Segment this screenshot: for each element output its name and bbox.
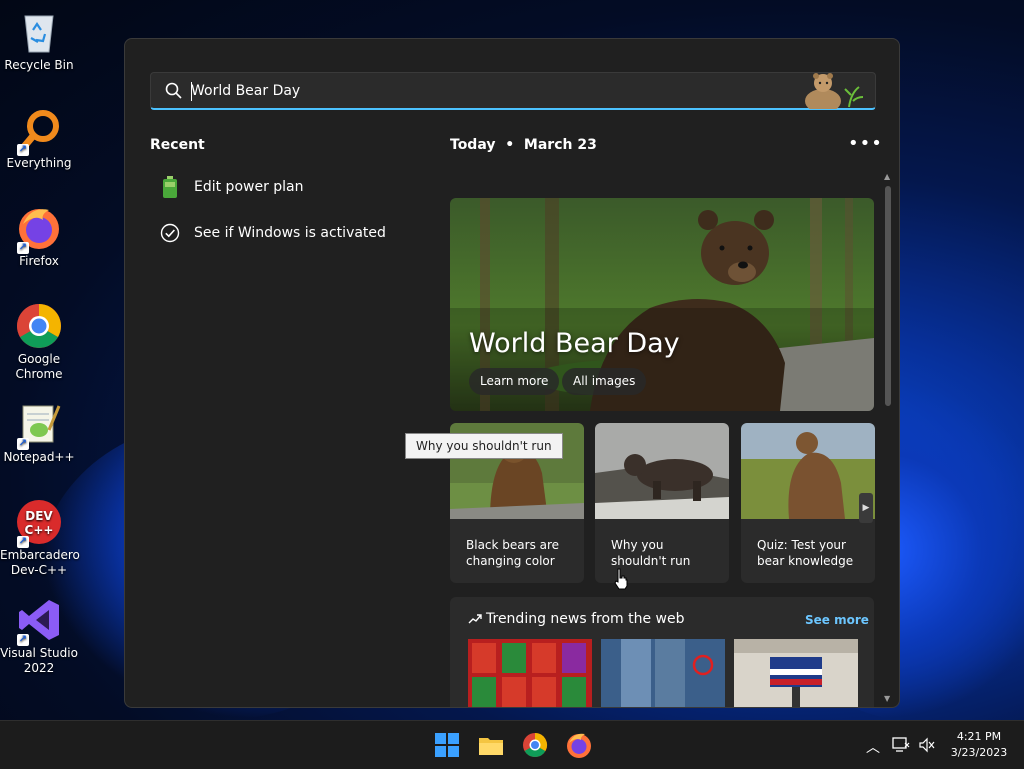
card-caption: Black bears are changing color bbox=[466, 538, 560, 568]
firefox-taskbar-icon[interactable] bbox=[565, 731, 593, 759]
chrome-taskbar-icon[interactable] bbox=[521, 731, 549, 759]
visual-studio-icon: ↗ bbox=[15, 596, 63, 646]
today-header: Today • March 23 bbox=[450, 137, 597, 153]
search-panel: World Bear Day Recent Edit power plan Se… bbox=[124, 38, 900, 708]
skittles-image bbox=[468, 639, 592, 707]
carousel-next-button[interactable]: ▶ bbox=[859, 493, 873, 523]
trending-arrow-icon bbox=[468, 614, 482, 624]
recent-item-windows-activated[interactable]: See if Windows is activated bbox=[159, 219, 386, 247]
everything-search-icon: ↗ bbox=[15, 106, 63, 156]
recycle-bin-icon bbox=[15, 8, 63, 56]
hand-cursor-icon bbox=[614, 568, 628, 590]
desktop-icon-label: Notepad++ bbox=[3, 450, 75, 464]
show-hidden-icons-chevron-icon[interactable]: ︿ bbox=[866, 737, 880, 757]
desktop-icon-dev-cpp[interactable]: DEV C++ ↗ Embarcadero Dev-C++ bbox=[0, 498, 80, 578]
flag-image bbox=[734, 639, 858, 707]
firefox-icon: ↗ bbox=[15, 204, 63, 254]
battery-icon bbox=[159, 176, 181, 198]
card-bear-quiz[interactable]: Quiz: Test your bear knowledge bbox=[741, 423, 875, 583]
all-images-button[interactable]: All images bbox=[562, 368, 647, 395]
trending-thumb-building[interactable] bbox=[601, 639, 725, 707]
search-input[interactable]: World Bear Day bbox=[191, 83, 300, 99]
desktop-icon-label: Firefox bbox=[19, 254, 59, 268]
svg-text:DEV: DEV bbox=[25, 509, 53, 523]
network-icon[interactable] bbox=[892, 737, 910, 753]
shortcut-arrow-icon: ↗ bbox=[17, 438, 29, 450]
recent-item-edit-power-plan[interactable]: Edit power plan bbox=[159, 173, 304, 201]
card-why-you-shouldnt-run[interactable]: Why you shouldn't run bbox=[595, 423, 729, 583]
shortcut-arrow-icon: ↗ bbox=[17, 144, 29, 156]
card-image-grizzly bbox=[595, 423, 729, 519]
desktop-icon-recycle-bin[interactable]: Recycle Bin bbox=[0, 8, 78, 73]
trending-title: Trending news from the web bbox=[486, 611, 685, 627]
search-icon bbox=[165, 82, 182, 99]
recent-item-label: See if Windows is activated bbox=[194, 225, 386, 241]
card-caption: Why you shouldn't run bbox=[611, 538, 691, 568]
taskbar: ︿ 4:21 PM 3/23/2023 bbox=[0, 720, 1024, 769]
desktop-icon-label: Visual Studio 2022 bbox=[0, 646, 78, 675]
shortcut-arrow-icon: ↗ bbox=[17, 634, 29, 646]
tooltip: Why you shouldn't run bbox=[405, 433, 563, 459]
desktop-icon-label: Google Chrome bbox=[15, 352, 63, 381]
shortcut-arrow-icon: ↗ bbox=[17, 242, 29, 254]
card-image-bear-meadow bbox=[741, 423, 875, 519]
notepad-plus-plus-icon: ↗ bbox=[15, 400, 63, 450]
dev-cpp-icon: DEV C++ ↗ bbox=[15, 498, 63, 548]
clock-time: 4:21 PM bbox=[956, 730, 1002, 743]
more-options-button[interactable]: ••• bbox=[848, 133, 883, 154]
building-image bbox=[601, 639, 725, 707]
recent-heading: Recent bbox=[150, 137, 205, 153]
recent-item-label: Edit power plan bbox=[194, 179, 304, 195]
desktop-icon-label: Everything bbox=[6, 156, 72, 170]
svg-text:C++: C++ bbox=[25, 523, 54, 537]
hero-title: World Bear Day bbox=[469, 328, 680, 359]
shortcut-arrow-icon: ↗ bbox=[17, 536, 29, 548]
system-clock[interactable]: 4:21 PM 3/23/2023 bbox=[944, 729, 1014, 761]
desktop-icon-google-chrome[interactable]: Google Chrome bbox=[0, 302, 78, 382]
hero-card-world-bear-day[interactable]: World Bear Day Learn more All images bbox=[450, 198, 874, 411]
see-more-link[interactable]: See more bbox=[805, 613, 869, 627]
vertical-scrollbar[interactable]: ▲ ▼ bbox=[883, 172, 893, 707]
check-circle-icon bbox=[159, 222, 181, 244]
desktop-icon-visual-studio[interactable]: ↗ Visual Studio 2022 bbox=[0, 596, 78, 676]
card-caption: Quiz: Test your bear knowledge bbox=[757, 538, 854, 568]
trending-thumb-skittles[interactable] bbox=[468, 639, 592, 707]
bear-doodle-icon bbox=[805, 73, 864, 109]
scroll-thumb[interactable] bbox=[885, 186, 891, 406]
desktop-icon-label: Embarcadero Dev-C++ bbox=[0, 548, 80, 577]
clock-date: 3/23/2023 bbox=[950, 746, 1008, 759]
scroll-down-icon[interactable]: ▼ bbox=[884, 694, 890, 703]
scroll-up-icon[interactable]: ▲ bbox=[884, 172, 890, 181]
desktop-icon-everything[interactable]: ↗ Everything bbox=[0, 106, 78, 171]
learn-more-button[interactable]: Learn more bbox=[469, 368, 560, 395]
trending-news-section: Trending news from the web See more bbox=[450, 597, 874, 707]
desktop-icon-label: Recycle Bin bbox=[4, 58, 74, 72]
chrome-icon bbox=[15, 302, 63, 350]
desktop-icon-firefox[interactable]: ↗ Firefox bbox=[0, 204, 78, 269]
volume-muted-icon[interactable] bbox=[918, 737, 936, 753]
desktop-icon-notepad-plus-plus[interactable]: ↗ Notepad++ bbox=[0, 400, 78, 465]
file-explorer-icon[interactable] bbox=[477, 731, 505, 759]
trending-thumb-flag[interactable] bbox=[734, 639, 858, 707]
search-box[interactable]: World Bear Day bbox=[150, 72, 876, 110]
start-windows-icon[interactable] bbox=[433, 731, 461, 759]
